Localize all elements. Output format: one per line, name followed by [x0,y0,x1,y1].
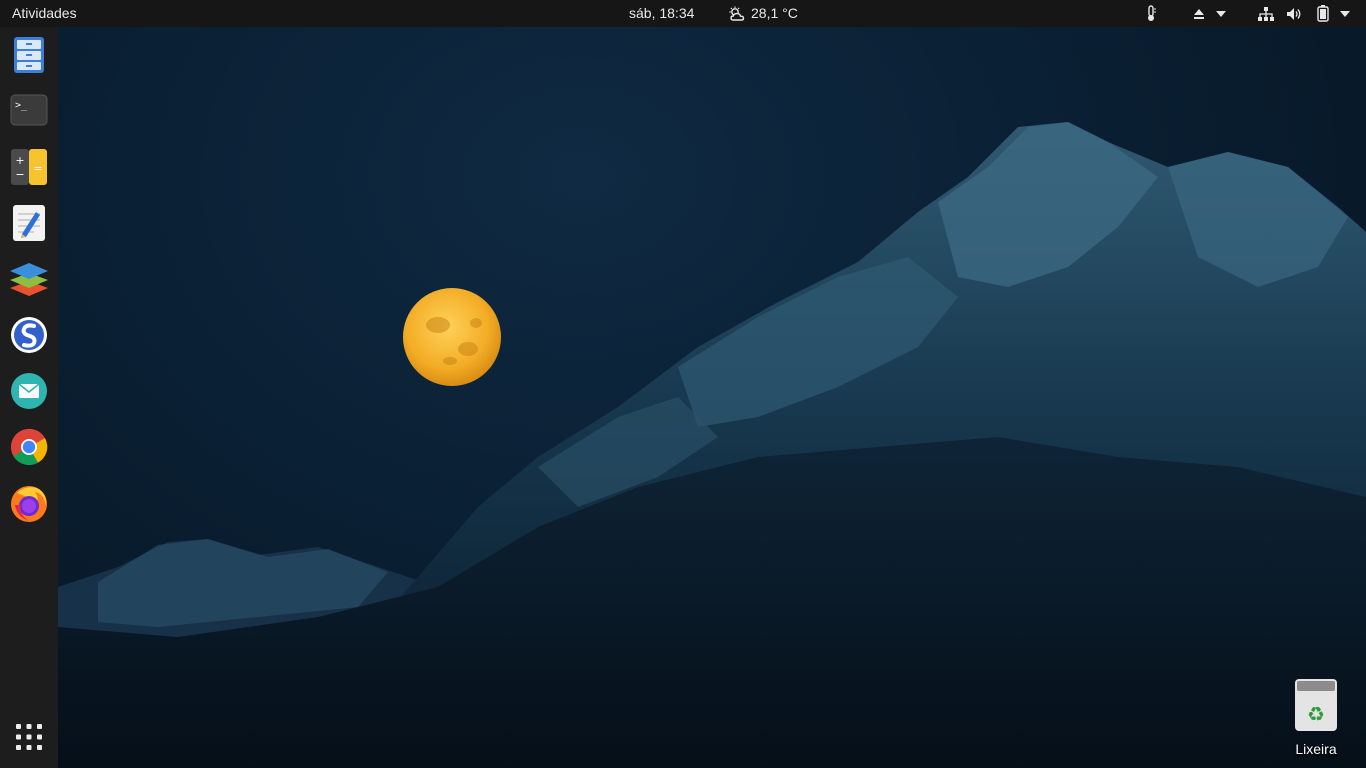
trash-label: Lixeira [1295,741,1337,757]
firefox-icon [11,486,47,522]
files-icon [14,37,44,73]
svg-text:=: = [33,162,42,175]
layers-icon [10,263,48,296]
battery-icon[interactable] [1316,5,1330,22]
calculator-icon: + − = [11,149,47,185]
svg-text:+: + [15,154,24,167]
moon [403,288,501,386]
top-bar: Atividades sáb, 18:34 28,1 °C [0,0,1366,27]
dock-app-simplenote[interactable] [9,315,49,355]
partly-cloudy-icon [728,6,746,22]
svg-text:>_: >_ [15,100,28,111]
svg-text:−: − [15,168,24,181]
weather-button[interactable]: 28,1 °C [728,0,798,27]
dock-app-mail[interactable] [9,371,49,411]
text-editor-icon [13,205,45,241]
trash-desktop-icon[interactable]: ♻ Lixeira [1286,677,1346,757]
dock: >_ + − = [0,27,58,768]
dock-app-text-editor[interactable] [9,203,49,243]
simplenote-icon [11,317,47,353]
dock-app-firefox[interactable] [9,483,49,523]
dock-app-chrome[interactable] [9,427,49,467]
dropdown-icon[interactable] [1215,5,1227,22]
recycle-icon: ♻ [1295,679,1337,731]
chrome-icon [11,428,48,466]
dock-app-onlyoffice[interactable] [9,259,49,299]
clock-button[interactable]: sáb, 18:34 [629,0,694,27]
show-applications-button[interactable] [9,717,49,757]
wallpaper-image [58,122,1366,768]
eject-icon[interactable] [1192,5,1206,22]
volume-icon[interactable] [1286,5,1302,22]
svg-text:♻: ♻ [1307,702,1325,726]
network-icon[interactable] [1258,5,1274,22]
thermometer-icon[interactable] [1144,5,1158,22]
dock-app-calculator[interactable]: + − = [9,147,49,187]
mail-icon [11,373,47,409]
temperature-label: 28,1 °C [751,5,798,21]
desktop-wallpaper: ♻ Lixeira [58,27,1366,768]
terminal-icon: >_ [10,94,48,126]
dock-app-files[interactable] [9,35,49,75]
activities-button[interactable]: Atividades [12,0,77,27]
grid-icon [16,724,42,750]
system-menu-icon[interactable] [1339,5,1351,22]
dock-app-terminal[interactable]: >_ [9,90,49,130]
